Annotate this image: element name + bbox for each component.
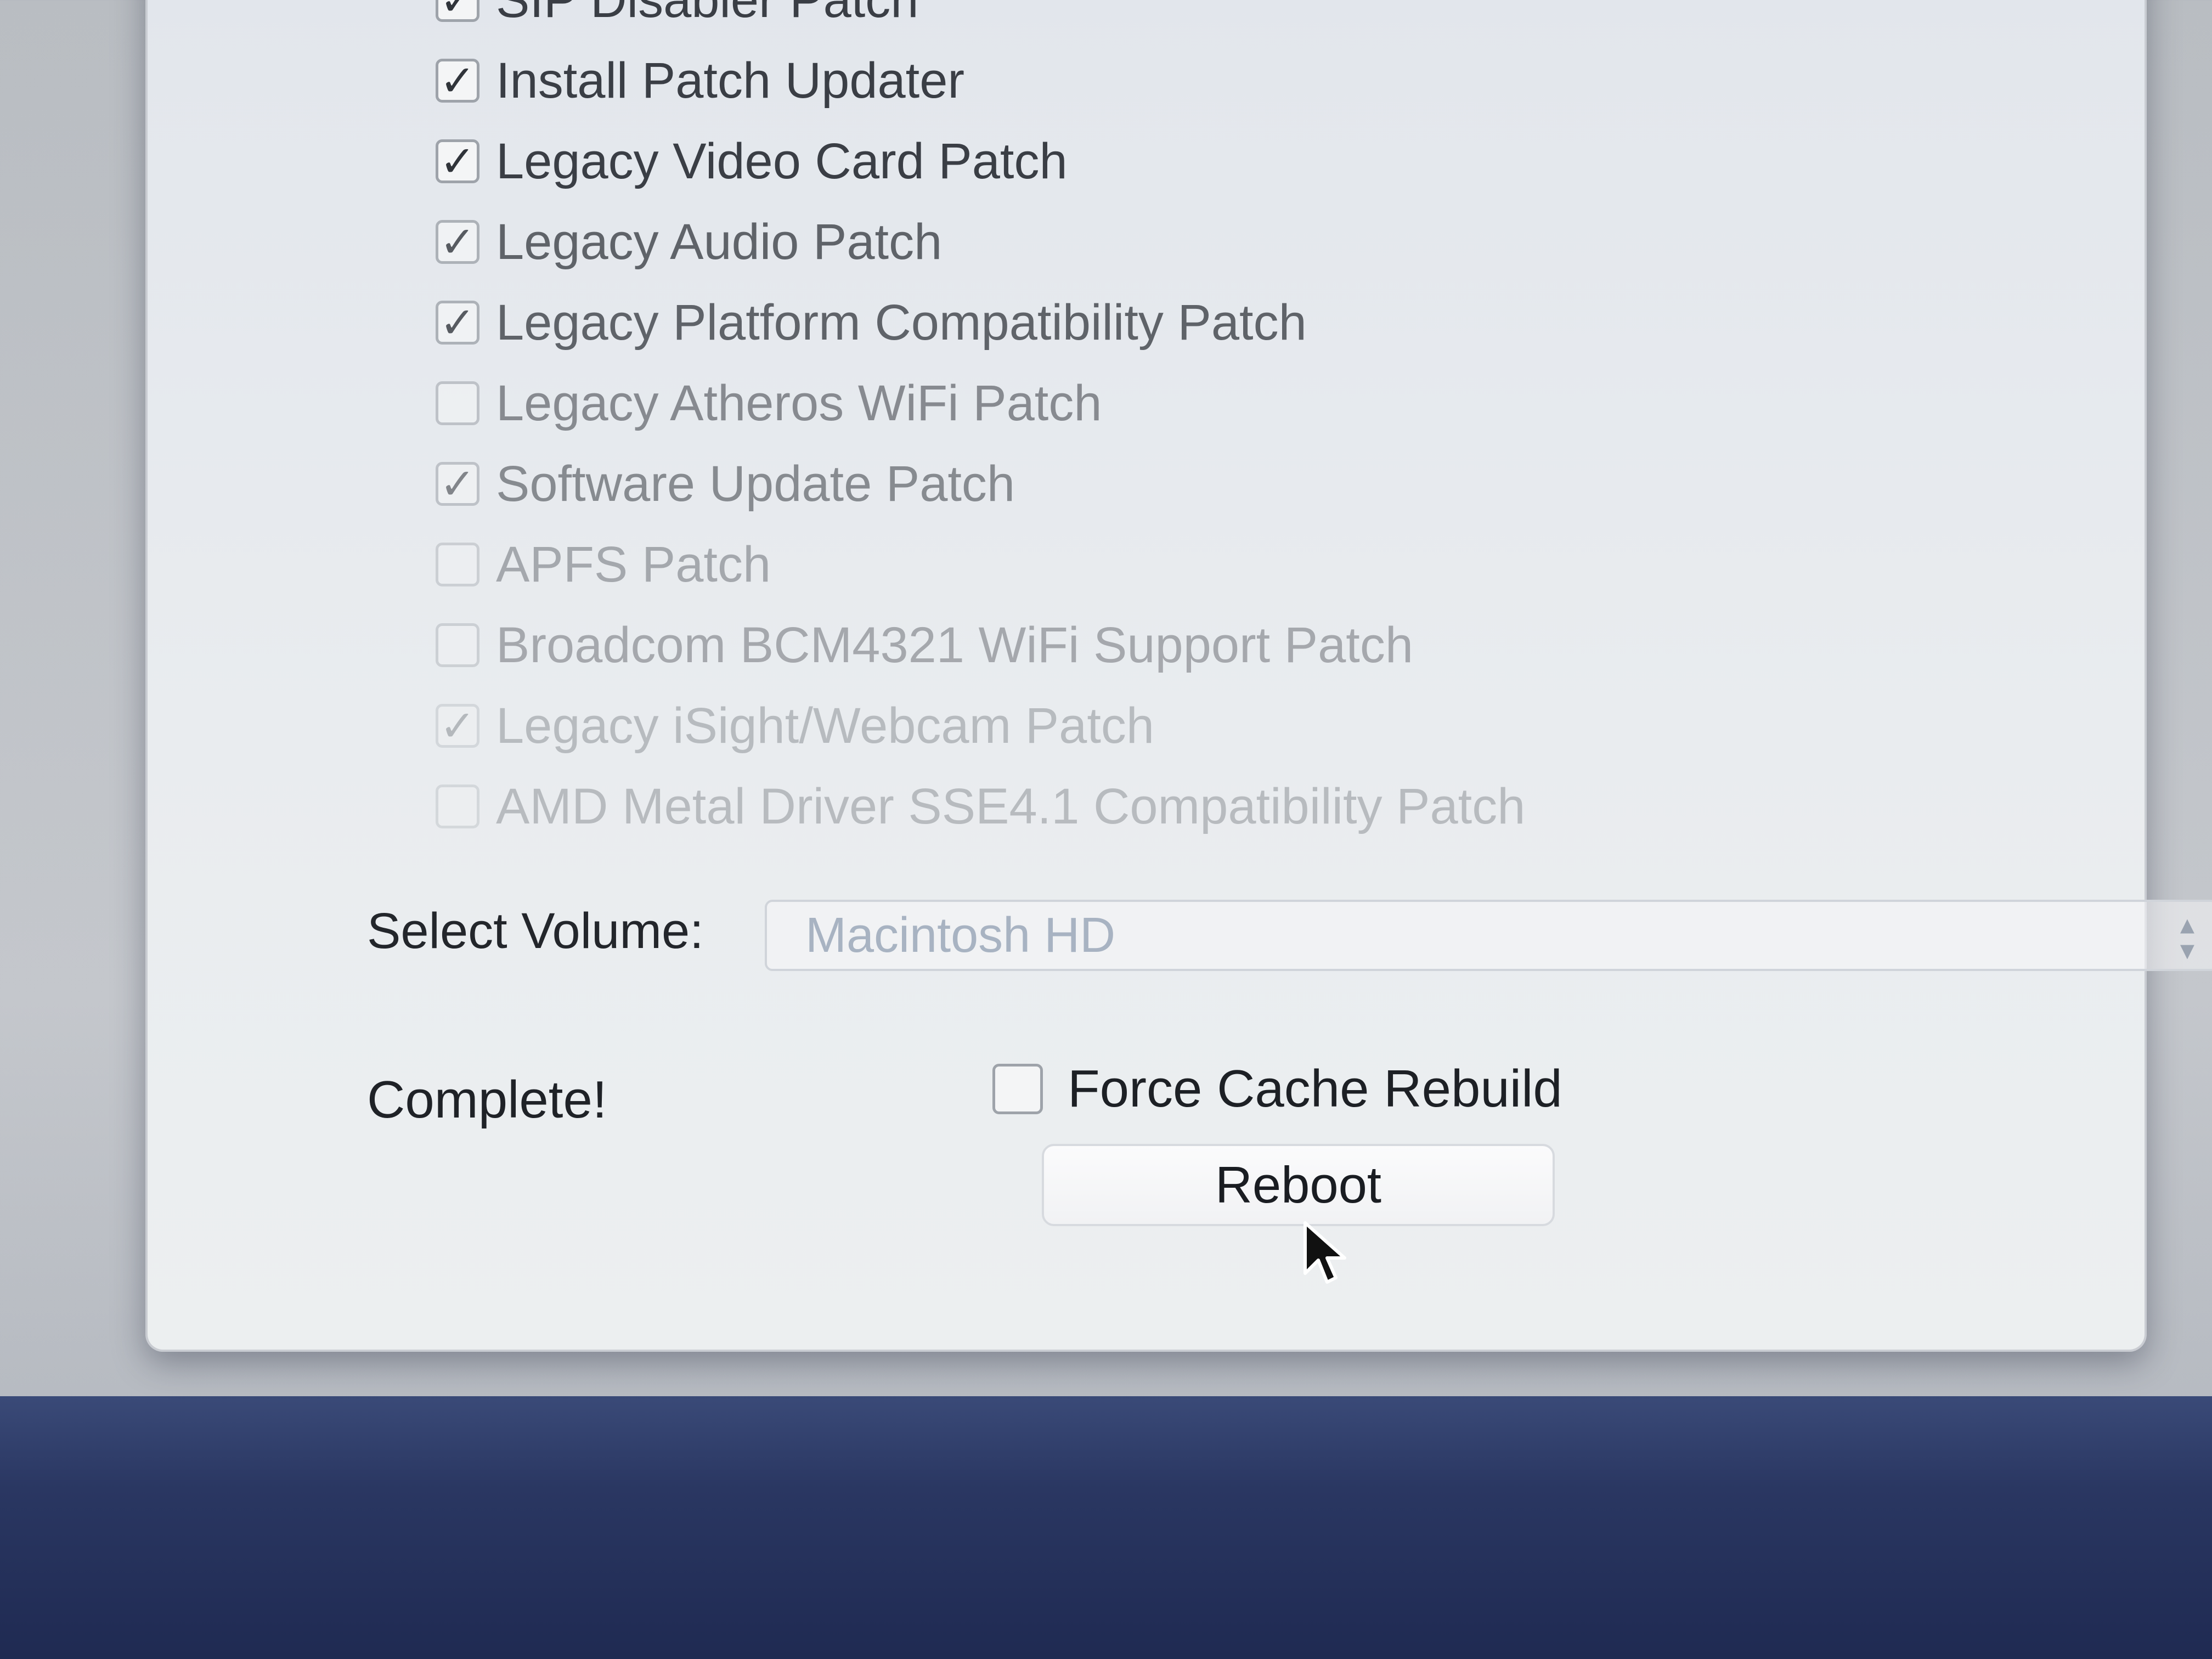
checkbox[interactable]: ✓ (436, 220, 479, 264)
patch-label: Legacy Platform Compatibility Patch (496, 294, 1307, 351)
checkbox[interactable]: ✓ (436, 59, 479, 103)
checkbox[interactable]: ✓ (436, 139, 479, 183)
checkbox[interactable] (436, 623, 479, 667)
patcher-window: ✓ SIP Disabler Patch ✓ Install Patch Upd… (145, 0, 2212, 1352)
patch-row-legacy-audio[interactable]: ✓ Legacy Audio Patch (436, 209, 942, 275)
patch-label: Install Patch Updater (496, 52, 965, 109)
checkbox[interactable] (436, 543, 479, 586)
checkbox[interactable]: ✓ (436, 462, 479, 506)
patch-row-apfs[interactable]: APFS Patch (436, 532, 771, 597)
patch-row-install-patch-updater[interactable]: ✓ Install Patch Updater (436, 48, 964, 114)
patch-label: Legacy Video Card Patch (496, 133, 1068, 189)
patch-row-legacy-video-card[interactable]: ✓ Legacy Video Card Patch (436, 128, 1068, 194)
patch-label: Broadcom BCM4321 WiFi Support Patch (496, 617, 1414, 673)
patch-row-legacy-atheros-wifi[interactable]: Legacy Atheros WiFi Patch (436, 370, 1102, 436)
patch-label: Legacy Audio Patch (496, 213, 943, 270)
patch-label: Software Update Patch (496, 455, 1015, 512)
checkbox[interactable]: ✓ (436, 301, 479, 345)
force-cache-rebuild-option[interactable]: Force Cache Rebuild (992, 1059, 1562, 1119)
patch-row-legacy-platform-compatibility[interactable]: ✓ Legacy Platform Compatibility Patch (436, 290, 1307, 356)
patch-row-sip-disabler[interactable]: ✓ SIP Disabler Patch (436, 0, 918, 33)
volume-select[interactable]: Macintosh HD ▴ ▾ (765, 900, 2212, 971)
patch-row-amd-metal-driver-sse41[interactable]: AMD Metal Driver SSE4.1 Compatibility Pa… (436, 774, 1525, 839)
reboot-button[interactable]: Reboot (1042, 1144, 1555, 1226)
patch-row-software-update[interactable]: ✓ Software Update Patch (436, 451, 1015, 517)
status-text: Complete! (367, 1070, 607, 1129)
force-cache-rebuild-label: Force Cache Rebuild (1068, 1059, 1562, 1118)
patch-label: APFS Patch (496, 536, 771, 592)
desktop-background (0, 1396, 2212, 1659)
patch-row-broadcom-bcm4321-wifi[interactable]: Broadcom BCM4321 WiFi Support Patch (436, 612, 1413, 678)
select-volume-label: Select Volume: (367, 903, 704, 959)
chevron-up-down-icon: ▴ ▾ (2180, 909, 2194, 966)
force-cache-rebuild-checkbox[interactable] (992, 1064, 1043, 1114)
checkbox[interactable]: ✓ (436, 0, 479, 22)
checkbox[interactable]: ✓ (436, 704, 479, 748)
patch-label: Legacy iSight/Webcam Patch (496, 697, 1155, 754)
mouse-pointer-icon (1304, 1221, 1346, 1284)
patch-label: AMD Metal Driver SSE4.1 Compatibility Pa… (496, 778, 1526, 834)
checkbox[interactable] (436, 785, 479, 828)
checkbox[interactable] (436, 381, 479, 425)
patch-label: Legacy Atheros WiFi Patch (496, 375, 1102, 431)
patch-label: SIP Disabler Patch (496, 0, 918, 29)
volume-select-value: Macintosh HD (805, 907, 1116, 963)
patch-row-legacy-isight-webcam[interactable]: ✓ Legacy iSight/Webcam Patch (436, 693, 1154, 759)
